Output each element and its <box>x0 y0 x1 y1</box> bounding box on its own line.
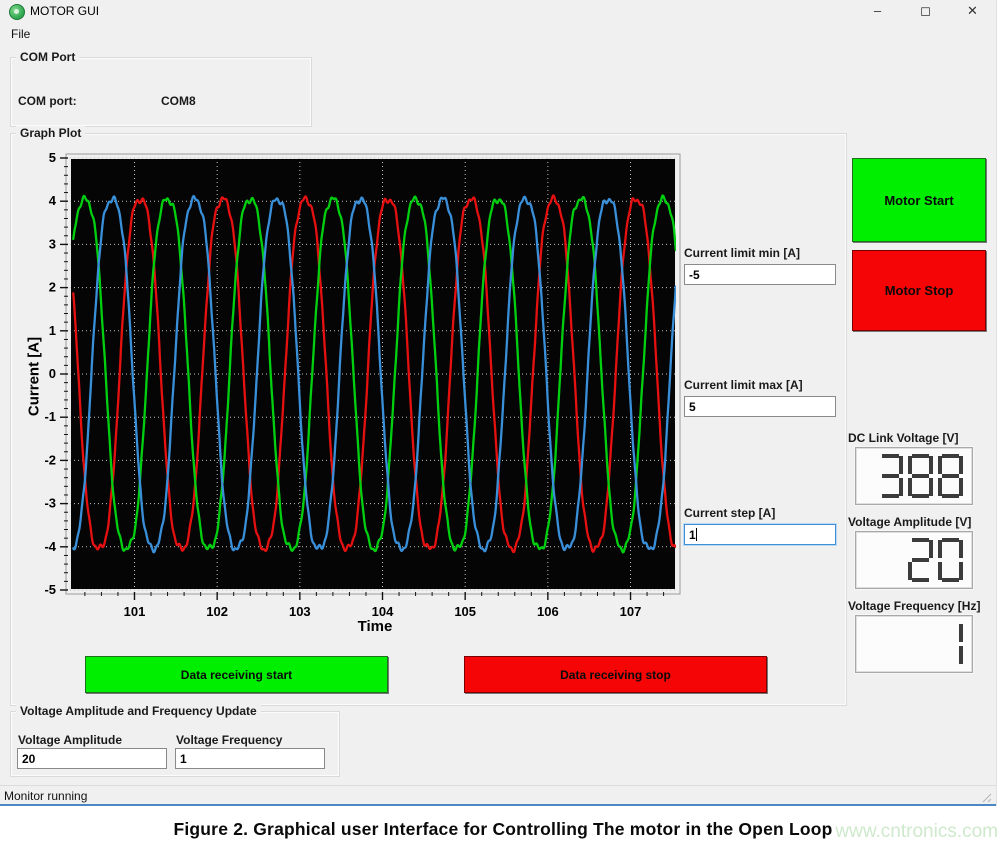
status-bar: Monitor running <box>0 785 996 806</box>
data-receiving-stop-button[interactable]: Data receiving stop <box>464 656 767 693</box>
close-button[interactable]: ✕ <box>950 0 995 22</box>
screenshot-root: MOTOR GUI – ◻ ✕ File COM Port COM port: … <box>0 0 1006 848</box>
voltage-amplitude-input-label: Voltage Amplitude <box>18 733 122 747</box>
status-text: Monitor running <box>4 789 87 803</box>
dc-link-voltage-label: DC Link Voltage [V] <box>848 431 958 445</box>
x-axis-title: Time <box>280 618 470 635</box>
current-step-label: Current step [A] <box>684 506 775 520</box>
svg-text:-1: -1 <box>44 409 56 424</box>
motor-start-button[interactable]: Motor Start <box>852 158 986 242</box>
dc-link-voltage-display <box>855 447 973 505</box>
svg-text:5: 5 <box>49 150 56 165</box>
svg-text:107: 107 <box>620 604 642 619</box>
graph-plot-group-label: Graph Plot <box>16 126 85 140</box>
com-port-label: COM port: <box>18 94 77 108</box>
svg-text:103: 103 <box>289 604 311 619</box>
voltage-amplitude-input[interactable] <box>17 748 167 769</box>
svg-text:3: 3 <box>49 236 56 251</box>
resize-grip[interactable] <box>981 792 993 804</box>
motor-stop-button[interactable]: Motor Stop <box>852 250 986 331</box>
window-title: MOTOR GUI <box>30 4 99 18</box>
waveform-plot: 101 102 103 104 105 106 107 -5 -4 -3 -2 -1 0 1 2 3 4 5 <box>24 150 684 650</box>
current-limit-min-label: Current limit min [A] <box>684 246 800 260</box>
svg-text:1: 1 <box>49 323 56 338</box>
title-bar: MOTOR GUI – ◻ ✕ <box>0 0 996 22</box>
text-cursor <box>696 528 697 541</box>
svg-text:4: 4 <box>49 193 57 208</box>
com-port-value: COM8 <box>161 94 196 108</box>
minimize-button[interactable]: – <box>855 0 900 22</box>
current-limit-min-input[interactable] <box>684 264 836 285</box>
svg-text:101: 101 <box>124 604 146 619</box>
voltage-frequency-display-label: Voltage Frequency [Hz] <box>848 599 980 613</box>
svg-text:-3: -3 <box>44 496 56 511</box>
com-port-group: COM Port COM port: COM8 <box>10 57 312 127</box>
y-axis-title: Current [A] <box>26 297 43 457</box>
com-port-group-label: COM Port <box>16 50 79 64</box>
svg-text:-2: -2 <box>44 452 56 467</box>
maximize-button[interactable]: ◻ <box>903 0 948 22</box>
voltage-frequency-input-label: Voltage Frequency <box>176 733 282 747</box>
voltage-frequency-display <box>855 615 973 673</box>
figure-caption: Figure 2. Graphical user Interface for C… <box>0 819 1006 840</box>
svg-text:106: 106 <box>537 604 559 619</box>
svg-text:0: 0 <box>49 366 56 381</box>
voltage-amplitude-display <box>855 531 973 589</box>
app-icon <box>9 4 25 20</box>
window-bottom-accent <box>0 804 996 806</box>
data-receiving-start-button[interactable]: Data receiving start <box>85 656 388 693</box>
svg-text:104: 104 <box>372 604 394 619</box>
voltage-update-group: Voltage Amplitude and Frequency Update V… <box>10 711 340 777</box>
voltage-amplitude-display-label: Voltage Amplitude [V] <box>848 515 971 529</box>
current-limit-max-label: Current limit max [A] <box>684 378 803 392</box>
svg-text:2: 2 <box>49 280 56 295</box>
svg-text:102: 102 <box>206 604 228 619</box>
voltage-frequency-input[interactable] <box>175 748 325 769</box>
menu-file[interactable]: File <box>7 26 34 42</box>
svg-text:105: 105 <box>454 604 476 619</box>
current-limit-max-input[interactable] <box>684 396 836 417</box>
svg-text:-4: -4 <box>44 539 56 554</box>
caption-area: www.cntronics.com Figure 2. Graphical us… <box>0 808 1006 848</box>
menu-bar: File <box>0 24 996 44</box>
svg-text:-5: -5 <box>44 582 56 597</box>
voltage-update-group-label: Voltage Amplitude and Frequency Update <box>16 704 261 718</box>
current-step-input[interactable] <box>684 524 836 545</box>
motor-gui-window: MOTOR GUI – ◻ ✕ File COM Port COM port: … <box>0 0 997 806</box>
